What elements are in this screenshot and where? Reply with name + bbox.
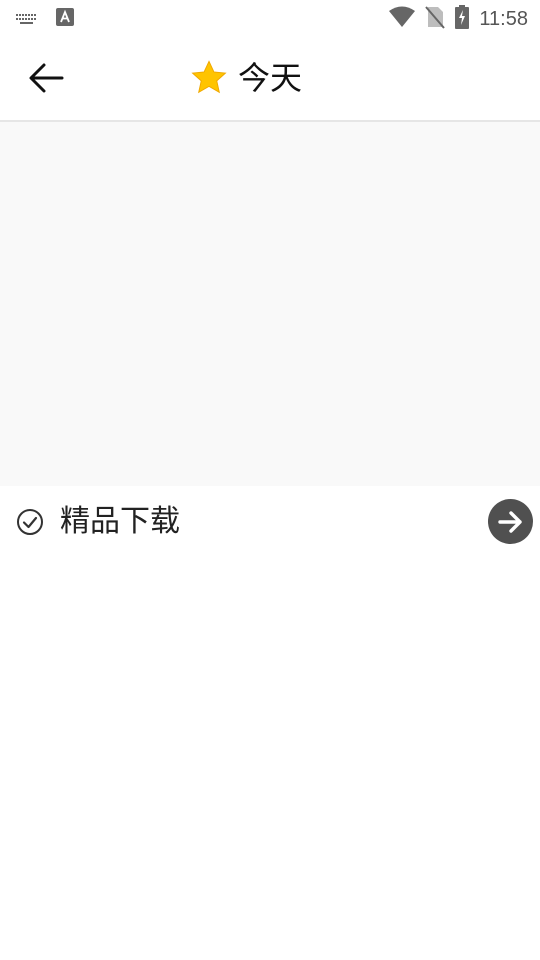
battery-charging-icon — [455, 5, 470, 33]
check-circle-icon — [17, 509, 43, 535]
star-icon — [191, 60, 227, 94]
status-time: 11:58 — [479, 8, 528, 30]
app-header: 今天 — [0, 36, 540, 122]
content-area — [0, 122, 540, 486]
arrow-right-icon — [497, 510, 522, 533]
text-a-icon — [56, 8, 74, 30]
status-bar-left — [16, 8, 74, 30]
no-sim-icon — [425, 5, 446, 33]
arrow-left-icon — [29, 63, 64, 93]
page-title: 今天 — [238, 59, 303, 97]
title-group: 今天 — [190, 54, 302, 102]
list-item-label: 精品下载 — [60, 504, 180, 539]
status-bar: 11:58 — [0, 0, 540, 36]
keyboard-icon — [16, 10, 38, 29]
open-item-button[interactable] — [488, 499, 533, 544]
back-button[interactable] — [22, 56, 70, 100]
list-item[interactable]: 精品下载 — [0, 486, 540, 558]
status-bar-right: 11:58 — [389, 5, 528, 33]
wifi-icon — [389, 6, 416, 32]
